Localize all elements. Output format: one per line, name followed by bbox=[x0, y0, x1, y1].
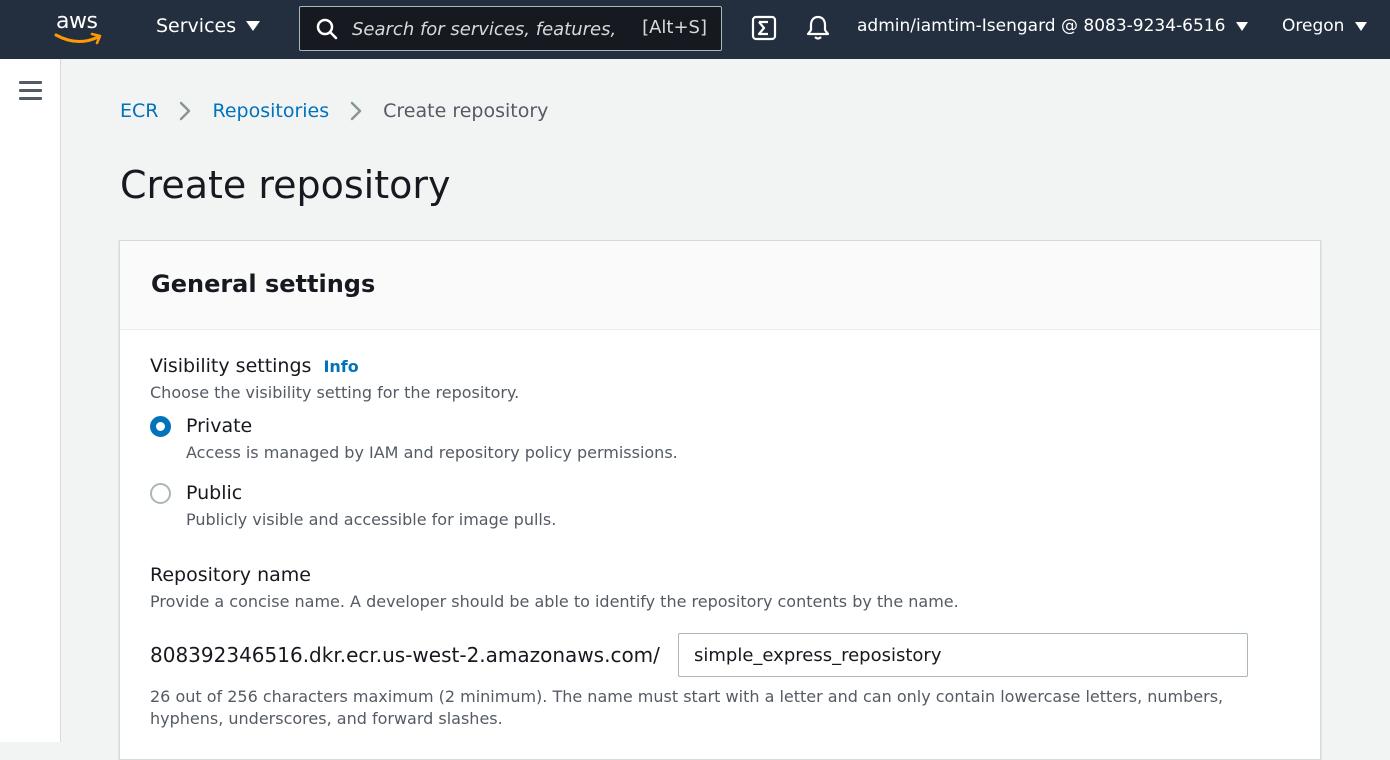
page-title: Create repository bbox=[120, 163, 451, 207]
panel-header: General settings bbox=[120, 241, 1320, 330]
region-selector-button[interactable]: Oregon bbox=[1282, 16, 1368, 36]
top-navigation-bar: aws Services [Alt+S] admin/iamtim-Isenga… bbox=[0, 0, 1390, 59]
account-menu-button[interactable]: admin/iamtim-Isengard @ 8083-9234-6516 bbox=[857, 16, 1249, 36]
breadcrumb-current: Create repository bbox=[383, 100, 549, 122]
region-label: Oregon bbox=[1282, 16, 1345, 36]
search-input[interactable] bbox=[352, 16, 614, 42]
radio-description-public: Publicly visible and accessible for imag… bbox=[186, 510, 557, 529]
aws-logo[interactable]: aws bbox=[54, 9, 106, 47]
bell-icon[interactable] bbox=[805, 14, 831, 42]
visibility-settings-label: Visibility settings Info bbox=[150, 355, 359, 377]
chevron-right-icon bbox=[350, 101, 362, 121]
search-shortcut-hint: [Alt+S] bbox=[642, 17, 707, 38]
info-link[interactable]: Info bbox=[323, 357, 358, 376]
cloudshell-icon[interactable] bbox=[751, 15, 777, 41]
repository-name-constraint: 26 out of 256 characters maximum (2 mini… bbox=[150, 687, 1224, 728]
chevron-right-icon bbox=[180, 101, 191, 121]
search-icon bbox=[316, 18, 338, 40]
caret-down-icon bbox=[1355, 21, 1368, 31]
visibility-label-text: Visibility settings bbox=[150, 355, 312, 377]
breadcrumb-item-ecr[interactable]: ECR bbox=[120, 100, 158, 122]
side-navigation bbox=[0, 59, 61, 742]
unified-search[interactable]: [Alt+S] bbox=[299, 6, 722, 51]
repository-uri-prefix: 808392346516.dkr.ecr.us-west-2.amazonaws… bbox=[150, 643, 660, 667]
radio-label-private[interactable]: Private bbox=[186, 415, 252, 437]
repository-name-description: Provide a concise name. A developer shou… bbox=[150, 592, 959, 611]
aws-smile-icon bbox=[54, 32, 102, 45]
panel-title: General settings bbox=[151, 270, 376, 298]
services-label: Services bbox=[156, 15, 237, 37]
caret-down-icon bbox=[246, 21, 261, 31]
caret-down-icon bbox=[1236, 21, 1249, 31]
visibility-radio-public[interactable] bbox=[150, 483, 171, 504]
repository-name-input[interactable] bbox=[678, 633, 1248, 677]
account-label: admin/iamtim-Isengard @ 8083-9234-6516 bbox=[857, 16, 1226, 36]
visibility-description: Choose the visibility setting for the re… bbox=[150, 383, 520, 402]
hamburger-icon[interactable] bbox=[19, 81, 42, 101]
general-settings-panel: General settings Visibility settings Info… bbox=[119, 240, 1321, 760]
radio-description-private: Access is managed by IAM and repository … bbox=[186, 443, 678, 462]
breadcrumb-item-repositories[interactable]: Repositories bbox=[212, 100, 329, 122]
breadcrumb: ECR Repositories Create repository bbox=[120, 99, 548, 123]
services-menu-button[interactable]: Services bbox=[156, 15, 261, 37]
radio-label-public[interactable]: Public bbox=[186, 482, 242, 504]
visibility-radio-private[interactable] bbox=[150, 416, 171, 437]
repository-name-label: Repository name bbox=[150, 564, 311, 586]
